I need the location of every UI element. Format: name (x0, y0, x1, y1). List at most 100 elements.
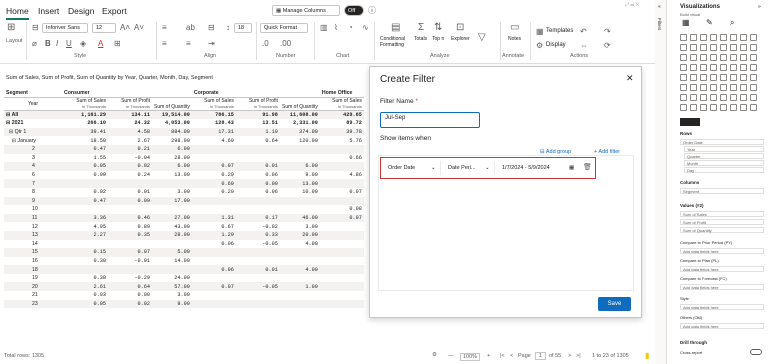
visual-type-icon[interactable] (720, 94, 727, 101)
bar-chart-icon[interactable]: ▥ (320, 24, 328, 32)
notes-button[interactable]: Notes (508, 36, 521, 42)
decimal-decrease-icon[interactable]: .00 (280, 40, 291, 48)
table-row[interactable]: 18 0.06 0.01 4.00 (4, 265, 364, 274)
close-window-icon[interactable]: ✕ (636, 2, 640, 8)
info-icon[interactable]: ⓘ (368, 7, 376, 15)
rows-field[interactable]: Month (684, 160, 764, 166)
visual-type-icon[interactable] (730, 64, 737, 71)
table-row[interactable]: ⊟ All 1,161.29 134.11 19,514.00 786.15 91.98 1… (4, 110, 364, 120)
display-button[interactable]: Display (546, 42, 566, 48)
table-row[interactable]: 6 0.90 0.24 13.00 0.20 0.06 9.00 4.86 (4, 171, 364, 180)
table-row[interactable]: 15 0.15 0.07 5.00 (4, 248, 364, 257)
toggle-switch[interactable]: Off (344, 5, 364, 16)
expand-icon[interactable]: ⇔ (580, 42, 588, 50)
visual-type-icon[interactable] (700, 104, 707, 111)
visual-type-icon[interactable] (720, 54, 727, 61)
visual-type-icon[interactable] (740, 64, 747, 71)
tab-export[interactable]: Export (102, 6, 127, 16)
visual-type-icon[interactable] (740, 44, 747, 51)
segment-consumer[interactable]: Consumer (62, 89, 192, 99)
visual-type-icon[interactable] (720, 74, 727, 81)
visual-type-icon[interactable] (690, 54, 697, 61)
clear-format-icon[interactable]: ⌀ (32, 40, 37, 48)
visual-type-icon[interactable] (680, 84, 687, 91)
close-icon[interactable]: ✕ (626, 73, 634, 84)
visual-type-icon[interactable] (690, 84, 697, 91)
increase-font-icon[interactable]: A˄ (120, 24, 130, 32)
rows-field[interactable]: Day (684, 167, 764, 173)
visual-type-icon[interactable] (710, 44, 717, 51)
visual-type-icon[interactable] (680, 54, 687, 61)
table-row[interactable]: 20 2.61 0.64 57.00 0.07 -0.05 1.00 (4, 282, 364, 292)
visual-type-icon[interactable] (720, 104, 727, 111)
table-row[interactable]: 2 0.47 0.21 6.00 (4, 144, 364, 154)
operator-select[interactable]: Date Peri... ⌄ (445, 161, 495, 175)
filter-name-input[interactable]: Jul-Sep (380, 112, 480, 128)
table-row[interactable]: 11 3.36 0.46 27.00 1.31 0.17 46.00 0.07 (4, 213, 364, 223)
wrap-text-icon[interactable]: ab (186, 24, 195, 32)
visual-type-icon[interactable] (750, 54, 757, 61)
top-n-button[interactable]: Top n (432, 36, 444, 42)
table-row[interactable]: 10 0.08 (4, 205, 364, 214)
visual-type-icon[interactable] (680, 94, 687, 101)
row-height-input[interactable]: 18 (234, 23, 252, 33)
analytics-icon[interactable]: ⌕ (730, 18, 734, 28)
explorer-icon[interactable]: ⊡ (456, 23, 464, 33)
borders-icon[interactable]: ⊞ (114, 40, 121, 48)
visual-type-icon[interactable] (730, 104, 737, 111)
align-right-icon[interactable]: ≡ (186, 40, 191, 48)
visual-type-icon[interactable] (690, 74, 697, 81)
totals-button[interactable]: Totals (414, 36, 427, 42)
table-row[interactable]: 19 0.38 -0.29 24.00 (4, 274, 364, 283)
line-chart-icon[interactable]: ⌇ (334, 24, 338, 32)
values-field[interactable]: Sum of Sales (680, 211, 764, 217)
visual-type-icon[interactable] (700, 84, 707, 91)
format-painter-icon[interactable]: ⊟ (32, 24, 39, 32)
visual-type-icon[interactable] (690, 94, 697, 101)
table-row[interactable]: ⊟ January 18.50 2.67 298.00 4.69 0.64 120.00 5.… (4, 136, 364, 145)
templates-icon[interactable]: ▦ (536, 28, 544, 36)
visual-type-icon[interactable] (730, 74, 737, 81)
visual-type-icon[interactable] (750, 84, 757, 91)
font-family-select[interactable]: Inforiver Sans (42, 23, 88, 33)
visual-type-icon[interactable] (710, 84, 717, 91)
next-page-icon[interactable]: > (568, 353, 571, 359)
indent-icon[interactable]: ⇥ (208, 40, 215, 48)
prior-drop-zone[interactable]: Add data fields here (680, 248, 764, 254)
fill-color-icon[interactable]: ◈ (80, 40, 86, 48)
delete-icon[interactable]: 🗑 (583, 163, 592, 171)
visual-type-icon[interactable] (720, 64, 727, 71)
font-color-icon[interactable]: A (98, 40, 103, 48)
collapse-icon[interactable]: « (658, 4, 661, 10)
visual-type-icon[interactable] (720, 84, 727, 91)
save-button[interactable]: Save (598, 297, 631, 311)
visual-type-icon[interactable] (720, 34, 727, 41)
manage-columns-button[interactable]: ▦ Manage Columns (272, 5, 340, 16)
table-row[interactable]: 23 0.05 0.02 9.00 (4, 299, 364, 309)
templates-button[interactable]: Templates (546, 28, 573, 34)
last-page-icon[interactable]: >| (576, 353, 581, 359)
visual-type-icon[interactable] (710, 104, 717, 111)
visual-type-icon[interactable] (740, 84, 747, 91)
visual-type-icon[interactable] (740, 54, 747, 61)
table-row[interactable]: 21 0.03 0.00 3.00 (4, 291, 364, 300)
decimal-increase-icon[interactable]: .0 (262, 40, 269, 48)
table-row[interactable]: 16 0.30 -0.01 14.00 (4, 257, 364, 266)
visual-type-icon[interactable] (750, 44, 757, 51)
tab-design[interactable]: Design (68, 6, 94, 16)
table-row[interactable]: 4 0.05 0.02 6.00 0.07 0.01 6.00 (4, 162, 364, 171)
values-field[interactable]: Sum of Profit (680, 219, 764, 225)
table-row[interactable]: 7 0.60 0.00 13.00 (4, 179, 364, 188)
visual-type-icon[interactable] (730, 34, 737, 41)
font-size-select[interactable]: 12 (92, 23, 116, 33)
restore-icon[interactable]: ▭ (630, 2, 634, 8)
visual-type-icon[interactable] (750, 104, 757, 111)
table-row[interactable]: 8 0.02 0.01 3.00 0.20 0.06 10.00 0.07 (4, 188, 364, 197)
align-left-icon[interactable]: ≡ (162, 24, 167, 32)
visual-type-icon[interactable] (710, 64, 717, 71)
field-select[interactable]: Order Date ⌄ (385, 161, 441, 175)
visual-type-icon[interactable] (710, 54, 717, 61)
values-field[interactable]: Sum of Quantity (680, 227, 764, 233)
zoom-level[interactable]: 100% (460, 353, 481, 361)
filter-icon[interactable]: ▽ (478, 33, 486, 43)
